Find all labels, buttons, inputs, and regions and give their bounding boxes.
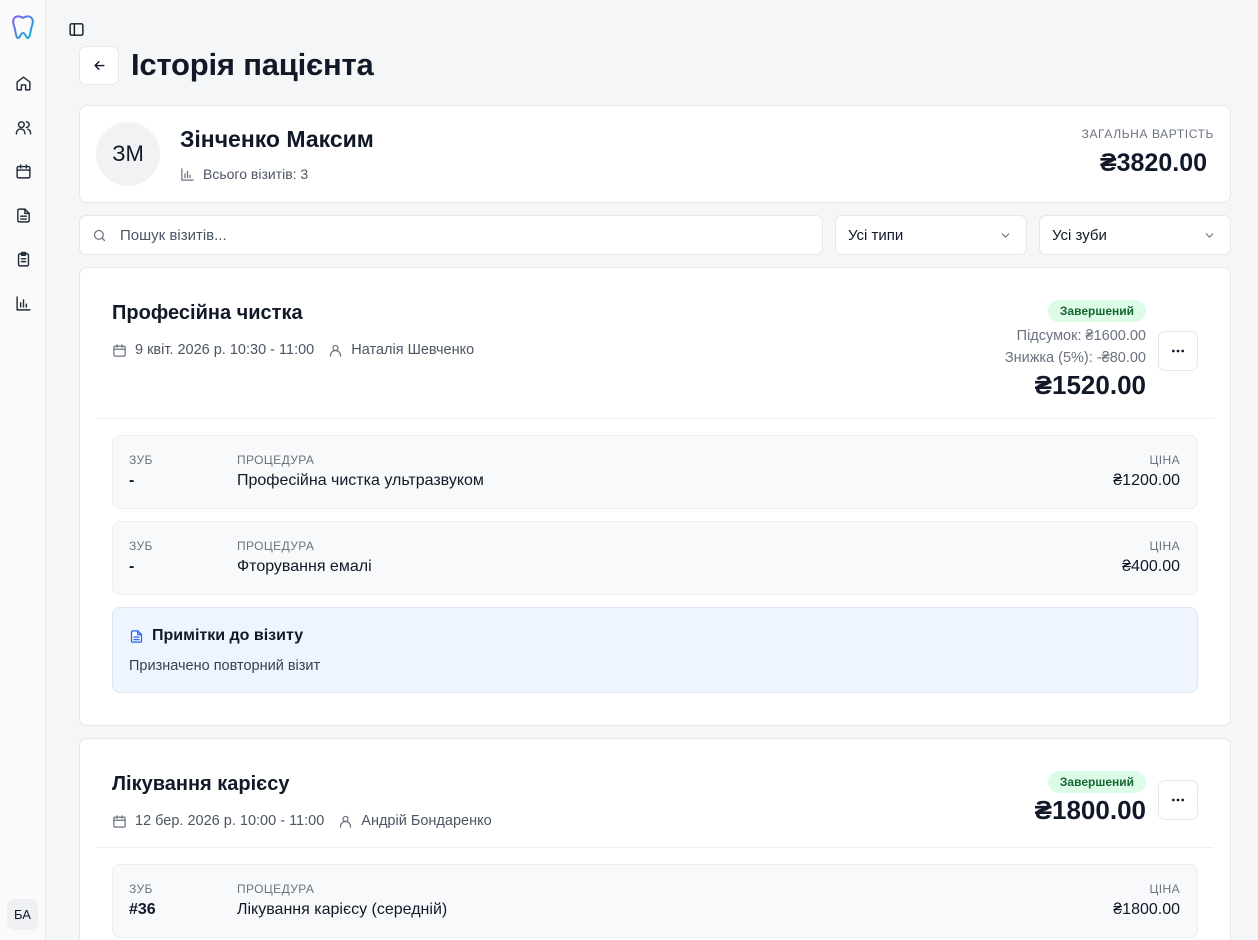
tooth-label: ЗУБ bbox=[129, 882, 153, 896]
visit-more-button[interactable] bbox=[1158, 780, 1198, 820]
user-icon bbox=[330, 344, 342, 357]
notes-title: Примітки до візиту bbox=[129, 627, 303, 645]
tooth-select[interactable]: Усі зуби bbox=[1039, 215, 1231, 255]
bar-chart-icon bbox=[181, 167, 194, 181]
back-button[interactable] bbox=[79, 46, 119, 85]
price-label: ЦІНА bbox=[1149, 453, 1180, 467]
home-icon bbox=[15, 75, 31, 91]
tooth-value: - bbox=[129, 472, 135, 489]
visit-card: Лікування карієсу 12 бер. 2026 р. 10:00 … bbox=[79, 738, 1231, 940]
visit-price: ₴1520.00 bbox=[1034, 370, 1146, 400]
more-horizontal-icon bbox=[1172, 349, 1184, 353]
calendar-icon bbox=[15, 163, 31, 179]
procedure-label: ПРОЦЕДУРА bbox=[237, 539, 315, 553]
panel-left-icon bbox=[68, 22, 84, 36]
clipboard-icon bbox=[17, 251, 29, 267]
price-value: ₴1200.00 bbox=[1113, 472, 1180, 489]
visit-discount: Знижка (5%): -₴80.00 bbox=[1004, 350, 1146, 366]
visit-date: 12 бер. 2026 р. 10:00 - 11:00 bbox=[135, 813, 325, 829]
tooth-select-value: Усі зуби bbox=[1052, 226, 1107, 244]
more-horizontal-icon bbox=[1172, 798, 1184, 802]
tooth-logo-icon[interactable] bbox=[10, 14, 36, 42]
divider bbox=[96, 847, 1214, 848]
sidebar-toggle-button[interactable] bbox=[66, 19, 86, 39]
status-badge: Завершений bbox=[1047, 771, 1146, 793]
patient-card: ЗМ Зінченко Максим Всього візитів: 3 ЗАГ… bbox=[79, 105, 1231, 203]
search-icon bbox=[93, 229, 106, 242]
calendar-icon bbox=[113, 814, 126, 828]
users-icon bbox=[15, 120, 31, 135]
page-title: Історія пацієнта bbox=[131, 47, 374, 82]
user-avatar[interactable]: БА bbox=[7, 899, 38, 930]
visit-more-button[interactable] bbox=[1158, 331, 1198, 371]
visit-title: Професійна чистка bbox=[112, 302, 303, 324]
arrow-left-icon bbox=[93, 61, 105, 70]
price-value: ₴1800.00 bbox=[1113, 901, 1180, 918]
tooth-value: #36 bbox=[129, 901, 156, 918]
visit-meta: 9 квіт. 2026 р. 10:30 - 11:00 Наталія Ше… bbox=[112, 342, 474, 358]
procedure-row: ЗУБ ПРОЦЕДУРА ЦІНА #36 Лікування карієсу… bbox=[112, 864, 1198, 938]
notes-title-text: Примітки до візиту bbox=[152, 627, 304, 644]
price-value: ₴400.00 bbox=[1122, 558, 1180, 575]
tooth-label: ЗУБ bbox=[129, 539, 153, 553]
total-cost-label: ЗАГАЛЬНА ВАРТІСТЬ bbox=[1081, 127, 1214, 141]
price-label: ЦІНА bbox=[1149, 882, 1180, 896]
procedure-value: Лікування карієсу (середній) bbox=[237, 901, 448, 918]
tooth-label: ЗУБ bbox=[129, 453, 153, 467]
doctor-name: Наталія Шевченко bbox=[351, 342, 475, 358]
nav-documents[interactable] bbox=[11, 203, 35, 227]
patient-name: Зінченко Максим bbox=[180, 126, 374, 152]
visit-card: Професійна чистка 9 квіт. 2026 р. 10:30 … bbox=[79, 267, 1231, 726]
price-label: ЦІНА bbox=[1149, 539, 1180, 553]
tooth-value: - bbox=[129, 558, 135, 575]
calendar-icon bbox=[113, 343, 126, 357]
nav-home[interactable] bbox=[11, 71, 35, 95]
visit-date: 9 квіт. 2026 р. 10:30 - 11:00 bbox=[135, 342, 315, 358]
visit-doctor: Андрій Бондаренко bbox=[338, 813, 492, 829]
visit-doctor: Наталія Шевченко bbox=[328, 342, 474, 358]
nav-patients[interactable] bbox=[11, 115, 35, 139]
type-select-value: Усі типи bbox=[848, 226, 904, 244]
document-icon bbox=[16, 207, 30, 223]
procedure-value: Професійна чистка ультразвуком bbox=[237, 472, 484, 489]
visit-subtotal: Підсумок: ₴1600.00 bbox=[1016, 328, 1146, 344]
notes-text: Призначено повторний візит bbox=[129, 658, 321, 674]
divider bbox=[96, 418, 1214, 419]
chevron-down-icon bbox=[1205, 233, 1214, 238]
type-select[interactable]: Усі типи bbox=[835, 215, 1027, 255]
document-icon bbox=[130, 629, 143, 643]
bar-chart-icon bbox=[15, 295, 31, 311]
patient-avatar: ЗМ bbox=[96, 122, 160, 186]
nav-clipboard[interactable] bbox=[11, 247, 35, 271]
procedure-label: ПРОЦЕДУРА bbox=[237, 882, 315, 896]
procedure-value: Фторування емалі bbox=[237, 558, 372, 575]
status-badge: Завершений bbox=[1047, 300, 1146, 322]
total-cost-value: ₴3820.00 bbox=[1099, 149, 1207, 177]
doctor-name: Андрій Бондаренко bbox=[361, 813, 492, 829]
visit-price: ₴1800.00 bbox=[1034, 795, 1146, 825]
visit-count-label: Всього візитів: 3 bbox=[203, 166, 309, 182]
search-box bbox=[79, 215, 823, 255]
nav-calendar[interactable] bbox=[11, 159, 35, 183]
visit-title: Лікування карієсу bbox=[112, 773, 290, 795]
search-input[interactable] bbox=[120, 216, 810, 254]
user-icon bbox=[340, 815, 352, 828]
sidebar: БА bbox=[0, 0, 46, 940]
procedure-row: ЗУБ ПРОЦЕДУРА ЦІНА - Фторування емалі ₴4… bbox=[112, 521, 1198, 595]
nav-reports[interactable] bbox=[11, 291, 35, 315]
visit-meta: 12 бер. 2026 р. 10:00 - 11:00 Андрій Бон… bbox=[112, 813, 492, 829]
visit-count: Всього візитів: 3 bbox=[180, 166, 308, 182]
visit-notes: Примітки до візиту Призначено повторний … bbox=[112, 607, 1198, 693]
procedure-label: ПРОЦЕДУРА bbox=[237, 453, 315, 467]
chevron-down-icon bbox=[1001, 233, 1010, 238]
procedure-row: ЗУБ ПРОЦЕДУРА ЦІНА - Професійна чистка у… bbox=[112, 435, 1198, 509]
